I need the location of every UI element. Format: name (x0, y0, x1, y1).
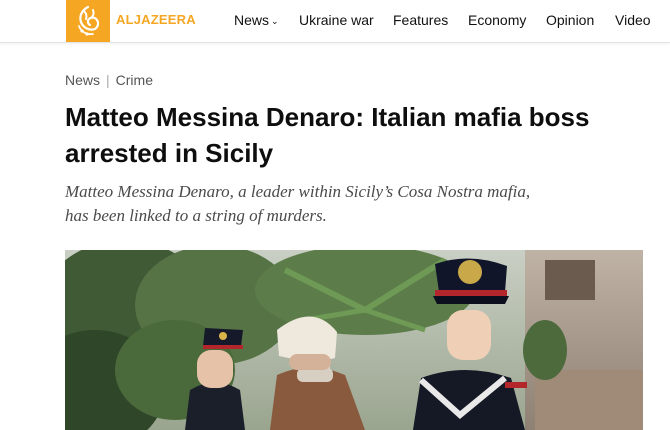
chevron-down-icon: ⌄ (271, 16, 279, 26)
nav-item-ukraine-war[interactable]: Ukraine war (299, 12, 374, 28)
arrest-photo-illustration (65, 250, 643, 430)
subheading-line-2: has been linked to a string of murders. (65, 206, 327, 225)
breadcrumb-crime-link[interactable]: Crime (116, 72, 153, 88)
subheading-line-1: Matteo Messina Denaro, a leader within S… (65, 182, 531, 201)
top-navigation-bar: ALJAZEERA News ⌄ Ukraine war Features Eco… (0, 0, 670, 43)
aljazeera-logo-icon[interactable] (66, 0, 110, 42)
nav-item-features[interactable]: Features (393, 12, 448, 28)
article-hero-image (65, 250, 643, 430)
breadcrumb: News | Crime (65, 72, 153, 88)
brand-wordmark[interactable]: ALJAZEERA (116, 12, 196, 27)
nav-item-opinion[interactable]: Opinion (546, 12, 594, 28)
nav-item-label: News (234, 12, 270, 28)
article-subheading: Matteo Messina Denaro, a leader within S… (65, 180, 625, 228)
breadcrumb-news-link[interactable]: News (65, 72, 100, 88)
nav-item-video[interactable]: Video (615, 12, 651, 28)
article-headline: Matteo Messina Denaro: Italian mafia bos… (65, 99, 655, 171)
headline-line-2: arrested in Sicily (65, 138, 274, 168)
nav-item-economy[interactable]: Economy (468, 12, 526, 28)
breadcrumb-separator: | (106, 72, 110, 88)
nav-item-news[interactable]: News ⌄ (234, 12, 279, 28)
headline-line-1: Matteo Messina Denaro: Italian mafia bos… (65, 102, 590, 132)
